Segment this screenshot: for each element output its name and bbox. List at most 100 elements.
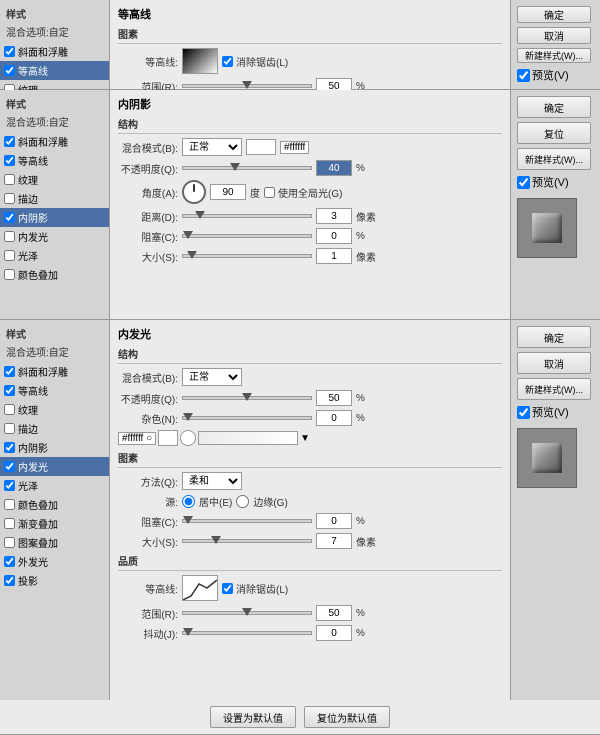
is-choke-slider[interactable] [182,234,312,238]
ig-blend-select[interactable]: 正常 [182,368,242,386]
ig-size-value[interactable]: 7 [316,533,352,549]
ig-color-overlay-checkbox[interactable] [4,499,15,510]
is-item-bevel[interactable]: 斜面和浮雕 [0,132,109,151]
is-distance-value[interactable]: 3 [316,208,352,224]
ig-source-edge-label: 边缘(G) [253,494,287,509]
ig-opacity-value[interactable]: 50 [316,390,352,406]
contour-contour-checkbox[interactable] [4,65,15,76]
ig-preview-checkbox[interactable] [517,406,530,419]
contour-preview-checkbox[interactable] [517,69,530,82]
is-distance-slider[interactable] [182,214,312,218]
ig-choke-value[interactable]: 0 [316,513,352,529]
is-stroke-checkbox[interactable] [4,193,15,204]
is-preview-checkbox[interactable] [517,176,530,189]
ig-item-inner-glow[interactable]: 内发光 [0,457,109,476]
is-size-value[interactable]: 1 [316,248,352,264]
ig-contour-checkbox[interactable] [4,385,15,396]
ig-gradient-overlay-checkbox[interactable] [4,518,15,529]
is-item-stroke[interactable]: 描边 [0,189,109,208]
ig-source-edge-radio[interactable] [236,495,249,508]
ig-hex-value[interactable]: #ffffff ○ [118,432,156,445]
ig-item-pattern-overlay[interactable]: 图案叠加 [0,533,109,552]
is-size-slider[interactable] [182,254,312,258]
ig-item-satin[interactable]: 光泽 [0,476,109,495]
is-contour-checkbox[interactable] [4,155,15,166]
contour-item-bevel[interactable]: 斜面和浮雕 [0,42,109,61]
ig-source-center-radio[interactable] [182,495,195,508]
is-angle-dial[interactable] [182,180,206,204]
ig-pattern-overlay-checkbox[interactable] [4,537,15,548]
is-item-satin[interactable]: 光泽 [0,246,109,265]
contour-ok-button[interactable]: 确定 [517,6,591,23]
ig-item-outer-glow[interactable]: 外发光 [0,552,109,571]
is-choke-value[interactable]: 0 [316,228,352,244]
is-item-texture[interactable]: 纹理 [0,170,109,189]
is-opacity-slider[interactable] [182,166,312,170]
ig-cancel-button[interactable]: 取消 [517,352,591,374]
contour-gradient-preview[interactable] [182,48,218,74]
ig-texture-checkbox[interactable] [4,404,15,415]
is-texture-checkbox[interactable] [4,174,15,185]
ig-item-inner-shadow[interactable]: 内阴影 [0,438,109,457]
contour-cancel-button[interactable]: 取消 [517,27,591,44]
is-inner-shadow-checkbox[interactable] [4,212,15,223]
is-reset-button[interactable]: 复位 [517,122,591,144]
is-color-value[interactable]: #ffffff [280,141,309,154]
ig-inner-glow-checkbox[interactable] [4,461,15,472]
is-ok-button[interactable]: 确定 [517,96,591,118]
ig-jitter-value[interactable]: 0 [316,625,352,641]
ig-item-texture[interactable]: 纹理 [0,400,109,419]
is-item-color-overlay[interactable]: 颜色叠加 [0,265,109,284]
contour-bevel-checkbox[interactable] [4,46,15,57]
ig-item-contour[interactable]: 等高线 [0,381,109,400]
is-inner-glow-checkbox[interactable] [4,231,15,242]
ig-opacity-label: 不透明度(Q): [118,391,178,406]
ig-inner-shadow-checkbox[interactable] [4,442,15,453]
is-color-overlay-checkbox[interactable] [4,269,15,280]
ig-size-slider[interactable] [182,539,312,543]
contour-range-slider[interactable] [182,84,312,88]
is-item-inner-shadow[interactable]: 内阴影 [0,208,109,227]
ig-noise-value[interactable]: 0 [316,410,352,426]
is-global-light-checkbox[interactable] [264,187,275,198]
ig-swatch-white[interactable] [158,430,178,446]
ig-set-default-button[interactable]: 设置为默认值 [210,706,296,728]
ig-contour-preview[interactable] [182,575,218,601]
ig-noise-slider[interactable] [182,416,312,420]
is-new-style-button[interactable]: 新建样式(W)... [517,148,591,170]
is-item-inner-glow[interactable]: 内发光 [0,227,109,246]
is-item-contour[interactable]: 等高线 [0,151,109,170]
contour-item-contour[interactable]: 等高线 [0,61,109,80]
ig-bevel-checkbox[interactable] [4,366,15,377]
ig-item-drop-shadow[interactable]: 投影 [0,571,109,590]
ig-ok-button[interactable]: 确定 [517,326,591,348]
is-satin-checkbox[interactable] [4,250,15,261]
ig-jitter-slider[interactable] [182,631,312,635]
contour-antialiased-checkbox[interactable] [222,56,233,67]
ig-item-stroke[interactable]: 描边 [0,419,109,438]
ig-item-bevel[interactable]: 斜面和浮雕 [0,362,109,381]
is-opacity-value[interactable]: 40 [316,160,352,176]
ig-method-select[interactable]: 柔和 [182,472,242,490]
ig-gradient-arrow[interactable]: ▼ [300,433,310,444]
is-bevel-checkbox[interactable] [4,136,15,147]
ig-gradient-bar[interactable] [198,431,298,445]
ig-choke-slider[interactable] [182,519,312,523]
is-blend-select[interactable]: 正常 [182,138,242,156]
ig-range-value[interactable]: 50 [316,605,352,621]
is-angle-value[interactable]: 90 [210,184,246,200]
ig-satin-checkbox[interactable] [4,480,15,491]
ig-opacity-slider[interactable] [182,396,312,400]
ig-reset-default-button[interactable]: 复位为默认值 [304,706,390,728]
contour-new-style-button[interactable]: 新建样式(W)... [517,48,591,63]
ig-item-gradient-overlay[interactable]: 渐变叠加 [0,514,109,533]
is-color-swatch[interactable] [246,139,276,155]
ig-item-color-overlay[interactable]: 颜色叠加 [0,495,109,514]
ig-outer-glow-checkbox[interactable] [4,556,15,567]
ig-antialiased-checkbox[interactable] [222,583,233,594]
ig-stroke-checkbox[interactable] [4,423,15,434]
ig-new-style-button[interactable]: 新建样式(W)... [517,378,591,400]
ig-drop-shadow-checkbox[interactable] [4,575,15,586]
ig-range-slider[interactable] [182,611,312,615]
ig-swatch-circle[interactable] [180,430,196,446]
